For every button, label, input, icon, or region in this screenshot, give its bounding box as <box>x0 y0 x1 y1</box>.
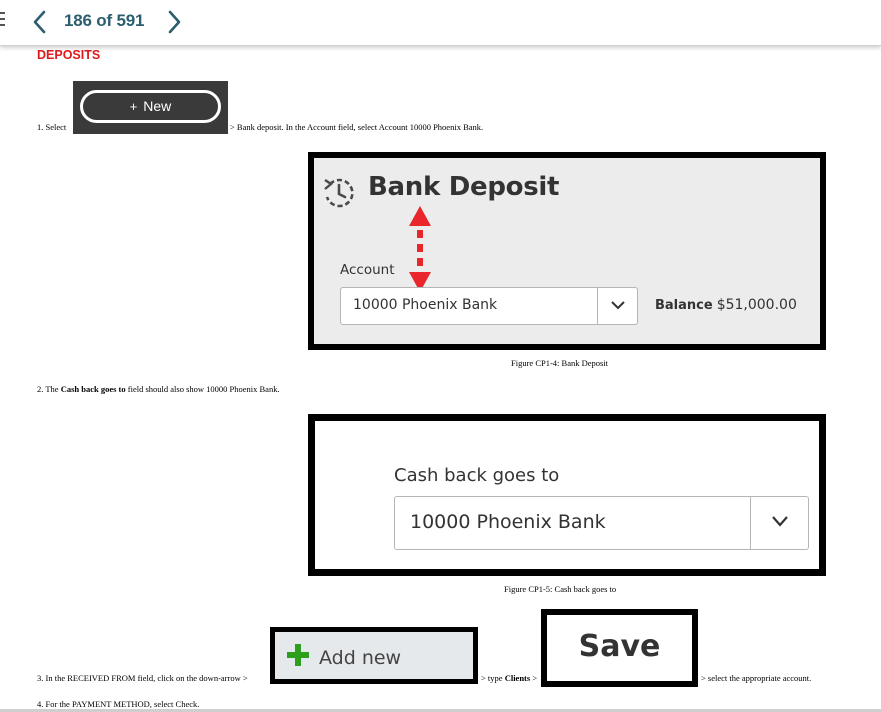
bank-deposit-title: Bank Deposit <box>368 172 560 202</box>
step3-middle-bold: Clients <box>504 673 531 683</box>
step2-text: 2. The Cash back goes to field should al… <box>37 384 280 394</box>
figure-bank-deposit: Bank Deposit Account 10000 Phoenix Bank … <box>308 152 826 350</box>
section-title: DEPOSITS <box>37 48 101 62</box>
new-button-screenshot: + New <box>73 81 228 134</box>
figure2-caption: Figure CP1-5: Cash back goes to <box>504 584 617 594</box>
account-label: Account <box>340 262 395 278</box>
menu-icon[interactable] <box>0 12 6 32</box>
step1-suffix: > Bank deposit. In the Account field, se… <box>230 122 484 132</box>
page-indicator: 186 of 591 <box>64 11 145 30</box>
balance-display: Balance $51,000.00 <box>655 297 797 313</box>
figure-cash-back: Cash back goes to 10000 Phoenix Bank <box>308 414 826 576</box>
plus-icon: + <box>129 99 138 114</box>
add-new-label: Add new <box>319 647 402 669</box>
step3-prefix: 3. In the RECEIVED FROM field, click on … <box>37 673 248 683</box>
step1-prefix: 1. Select <box>37 122 67 132</box>
double-arrow-icon <box>409 206 431 292</box>
step2-suffix: field should also show 10000 Phoenix Ban… <box>127 384 280 394</box>
account-select[interactable]: 10000 Phoenix Bank <box>340 287 638 325</box>
cash-back-select[interactable]: 10000 Phoenix Bank <box>394 496 809 550</box>
history-icon <box>324 178 354 208</box>
cash-back-label: Cash back goes to <box>394 465 560 486</box>
new-button[interactable]: + New <box>80 90 221 123</box>
plus-icon <box>287 644 309 666</box>
chevron-down-icon[interactable] <box>597 288 637 324</box>
add-new-button[interactable]: Add new <box>270 627 478 684</box>
step3-middle-prefix: > type <box>481 673 503 683</box>
balance-label: Balance <box>655 298 713 313</box>
cash-back-value: 10000 Phoenix Bank <box>410 511 606 533</box>
new-button-label: New <box>143 98 172 114</box>
step3-middle-suffix: > <box>532 673 538 683</box>
save-label: Save <box>578 629 661 664</box>
figure1-caption: Figure CP1-4: Bank Deposit <box>511 358 609 368</box>
step2-bold: Cash back goes to <box>60 384 126 394</box>
page-navigation-bar: 186 of 591 <box>0 0 881 46</box>
step4-text: 4. For the PAYMENT METHOD, select Check. <box>37 699 200 709</box>
account-value: 10000 Phoenix Bank <box>353 297 498 313</box>
save-button[interactable]: Save <box>541 609 698 687</box>
chevron-left-icon[interactable] <box>30 9 50 35</box>
chevron-down-icon[interactable] <box>750 497 808 549</box>
balance-value: $51,000.00 <box>716 297 797 313</box>
step3-middle: > type Clients > <box>481 673 537 683</box>
chevron-right-icon[interactable] <box>164 9 184 35</box>
step3-suffix: > select the appropriate account. <box>701 673 812 683</box>
step2-prefix: 2. The <box>37 384 59 394</box>
